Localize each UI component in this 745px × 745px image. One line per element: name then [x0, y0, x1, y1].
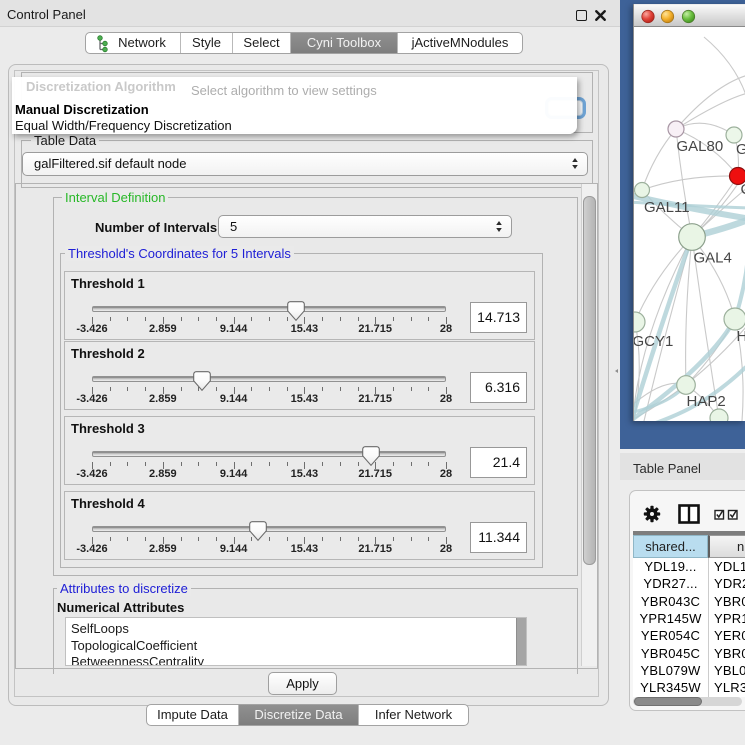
svg-text:GA: GA [736, 141, 745, 158]
svg-text:GAL80: GAL80 [677, 138, 724, 155]
svg-text:H: H [737, 328, 745, 345]
svg-text:GCY1: GCY1 [634, 333, 673, 350]
svg-text:C: C [741, 181, 745, 198]
svg-text:HAP2: HAP2 [687, 393, 726, 410]
svg-text:GAL11: GAL11 [644, 199, 690, 216]
svg-text:GAL4: GAL4 [694, 250, 732, 267]
